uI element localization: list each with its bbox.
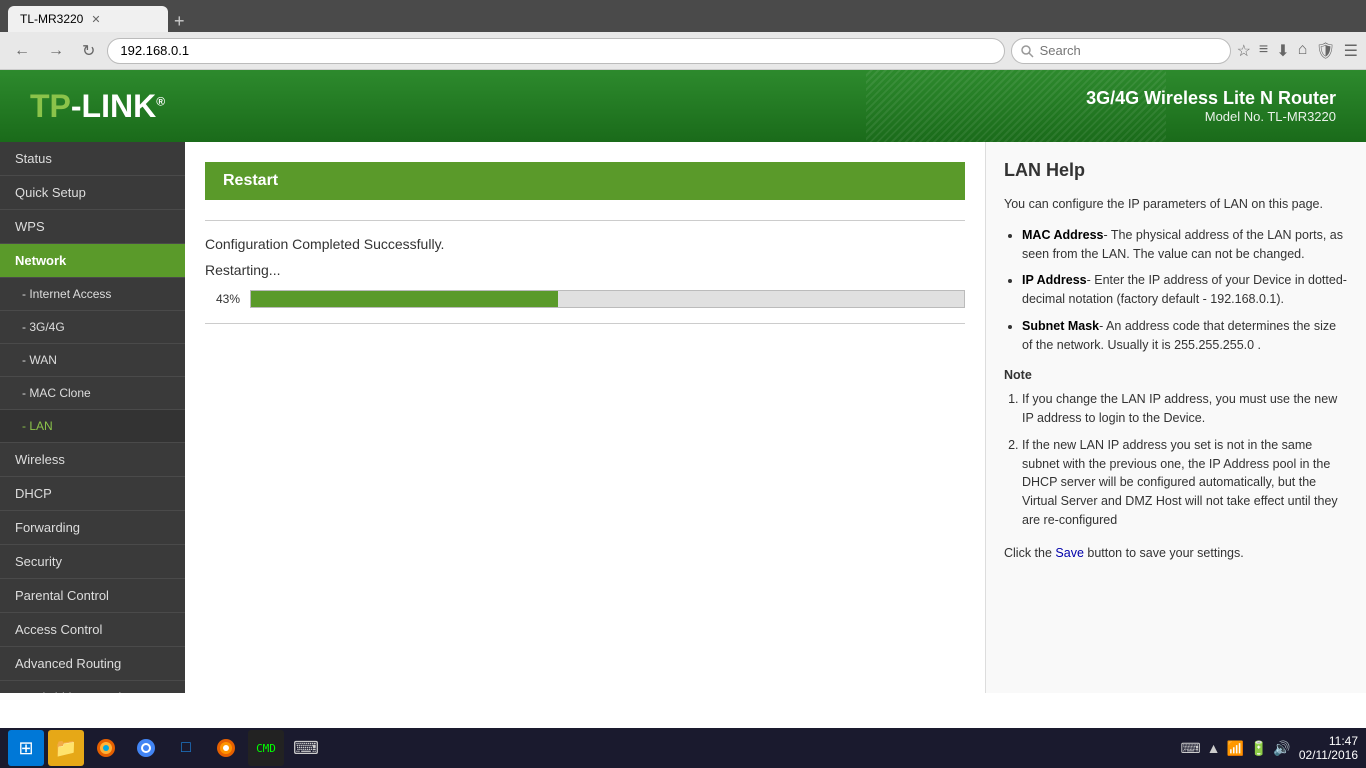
network-tray-icon: ▲ bbox=[1207, 740, 1221, 756]
keyboard-tray-icon: ⌨ bbox=[1180, 740, 1200, 757]
taskbar-date-display: 02/11/2016 bbox=[1299, 748, 1358, 762]
address-input[interactable] bbox=[107, 38, 1004, 64]
save-note-pre: Click the bbox=[1004, 546, 1055, 560]
help-note-title: Note bbox=[1004, 368, 1348, 382]
sidebar-item-3g4g[interactable]: - 3G/4G bbox=[0, 311, 185, 344]
config-success-text: Configuration Completed Successfully. bbox=[205, 236, 965, 252]
download-icon[interactable]: ⬇ bbox=[1276, 41, 1289, 61]
refresh-button[interactable]: ↻ bbox=[76, 39, 101, 63]
taskbar-right: ⌨ ▲ 📶 🔋 🔊 11:47 02/11/2016 bbox=[1180, 734, 1358, 762]
battery-tray-icon: 🔋 bbox=[1250, 740, 1267, 757]
help-save-note: Click the Save button to save your setti… bbox=[1004, 544, 1348, 563]
sidebar-item-security[interactable]: Security bbox=[0, 545, 185, 579]
reader-icon[interactable]: ≡ bbox=[1259, 41, 1268, 61]
save-note-post: button to save your settings. bbox=[1084, 546, 1244, 560]
restarting-text: Restarting... bbox=[205, 262, 965, 278]
menu-icon[interactable]: ☰ bbox=[1344, 41, 1358, 61]
file-explorer-button[interactable]: 📁 bbox=[48, 730, 84, 766]
help-list: MAC Address- The physical address of the… bbox=[1004, 226, 1348, 355]
sidebar-item-internet-access[interactable]: - Internet Access bbox=[0, 278, 185, 311]
firefox-button[interactable] bbox=[88, 730, 124, 766]
help-list-item: MAC Address- The physical address of the… bbox=[1022, 226, 1348, 264]
taskbar: ⊞ 📁 □ CMD ⌨ ⌨ ▲ 📶 🔋 🔊 11:47 02/11/2016 bbox=[0, 728, 1366, 768]
help-panel: LAN Help You can configure the IP parame… bbox=[986, 142, 1366, 693]
sidebar-item-lan[interactable]: - LAN bbox=[0, 410, 185, 443]
sidebar-item-forwarding[interactable]: Forwarding bbox=[0, 511, 185, 545]
restart-bar: Restart bbox=[205, 162, 965, 200]
progress-label: 43% bbox=[205, 292, 240, 306]
keyboard-button[interactable]: ⌨ bbox=[288, 730, 324, 766]
header-decoration bbox=[866, 70, 1166, 142]
help-intro: You can configure the IP parameters of L… bbox=[1004, 195, 1348, 214]
divider-top bbox=[205, 220, 965, 221]
help-note-item: If the new LAN IP address you set is not… bbox=[1022, 436, 1348, 530]
restart-label: Restart bbox=[223, 172, 278, 189]
sidebar-item-access-control[interactable]: Access Control bbox=[0, 613, 185, 647]
router-header: TP-LINK® 3G/4G Wireless Lite N Router Mo… bbox=[0, 70, 1366, 142]
sidebar: StatusQuick SetupWPSNetwork- Internet Ac… bbox=[0, 142, 185, 693]
save-link: Save bbox=[1055, 546, 1084, 560]
sidebar-item-parental-control[interactable]: Parental Control bbox=[0, 579, 185, 613]
start-button[interactable]: ⊞ bbox=[8, 730, 44, 766]
taskbar-left: ⊞ 📁 □ CMD ⌨ bbox=[8, 730, 324, 766]
volume-tray-icon: 🔊 bbox=[1273, 740, 1290, 757]
help-notes-list: If you change the LAN IP address, you mu… bbox=[1004, 390, 1348, 529]
sidebar-item-dhcp[interactable]: DHCP bbox=[0, 477, 185, 511]
tab-title: TL-MR3220 bbox=[20, 12, 83, 26]
chrome-button[interactable] bbox=[128, 730, 164, 766]
sidebar-item-bandwidth-control[interactable]: Bandwidth Control bbox=[0, 681, 185, 693]
sidebar-item-status[interactable]: Status bbox=[0, 142, 185, 176]
sidebar-item-advanced-routing[interactable]: Advanced Routing bbox=[0, 647, 185, 681]
router-model-no: Model No. TL-MR3220 bbox=[1086, 109, 1336, 124]
taskbar-time-display: 11:47 bbox=[1299, 734, 1358, 748]
help-list-item: Subnet Mask- An address code that determ… bbox=[1022, 317, 1348, 355]
sidebar-item-wireless[interactable]: Wireless bbox=[0, 443, 185, 477]
bookmark-icon[interactable]: ☆ bbox=[1237, 41, 1251, 61]
progress-fill bbox=[251, 291, 558, 307]
new-tab-button[interactable]: + bbox=[174, 11, 185, 32]
terminal-button[interactable]: CMD bbox=[248, 730, 284, 766]
main-panel: Restart Configuration Completed Successf… bbox=[185, 142, 986, 693]
progress-track bbox=[250, 290, 965, 308]
sidebar-item-mac-clone[interactable]: - MAC Clone bbox=[0, 377, 185, 410]
signal-tray-icon: 📶 bbox=[1227, 740, 1244, 757]
browser-tab[interactable]: TL-MR3220 ✕ bbox=[8, 6, 168, 32]
help-note-item: If you change the LAN IP address, you mu… bbox=[1022, 390, 1348, 428]
nav-bar: ← → ↻ ☆ ≡ ⬇ ⌂ 🛡 ☰ bbox=[0, 32, 1366, 70]
help-title: LAN Help bbox=[1004, 160, 1348, 181]
shield-icon[interactable]: 🛡 bbox=[1315, 41, 1335, 61]
home-icon[interactable]: ⌂ bbox=[1298, 41, 1308, 61]
tab-close-button[interactable]: ✕ bbox=[91, 13, 100, 26]
firefox2-button[interactable] bbox=[208, 730, 244, 766]
tplink-logo: TP-LINK® bbox=[30, 88, 165, 125]
virtualbox-button[interactable]: □ bbox=[168, 730, 204, 766]
forward-button[interactable]: → bbox=[42, 40, 70, 62]
sidebar-item-network[interactable]: Network bbox=[0, 244, 185, 278]
back-button[interactable]: ← bbox=[8, 40, 36, 62]
progress-row: 43% bbox=[205, 290, 965, 308]
taskbar-system-icons: ⌨ ▲ 📶 🔋 🔊 bbox=[1180, 740, 1290, 757]
main-layout: StatusQuick SetupWPSNetwork- Internet Ac… bbox=[0, 142, 1366, 693]
taskbar-clock: 11:47 02/11/2016 bbox=[1299, 734, 1358, 762]
content-area: Restart Configuration Completed Successf… bbox=[185, 142, 1366, 693]
help-list-item: IP Address- Enter the IP address of your… bbox=[1022, 271, 1348, 309]
tab-bar: TL-MR3220 ✕ + bbox=[0, 0, 1366, 32]
sidebar-item-wps[interactable]: WPS bbox=[0, 210, 185, 244]
sidebar-item-wan[interactable]: - WAN bbox=[0, 344, 185, 377]
sidebar-item-quick-setup[interactable]: Quick Setup bbox=[0, 176, 185, 210]
search-input[interactable] bbox=[1011, 38, 1231, 64]
divider-bottom bbox=[205, 323, 965, 324]
